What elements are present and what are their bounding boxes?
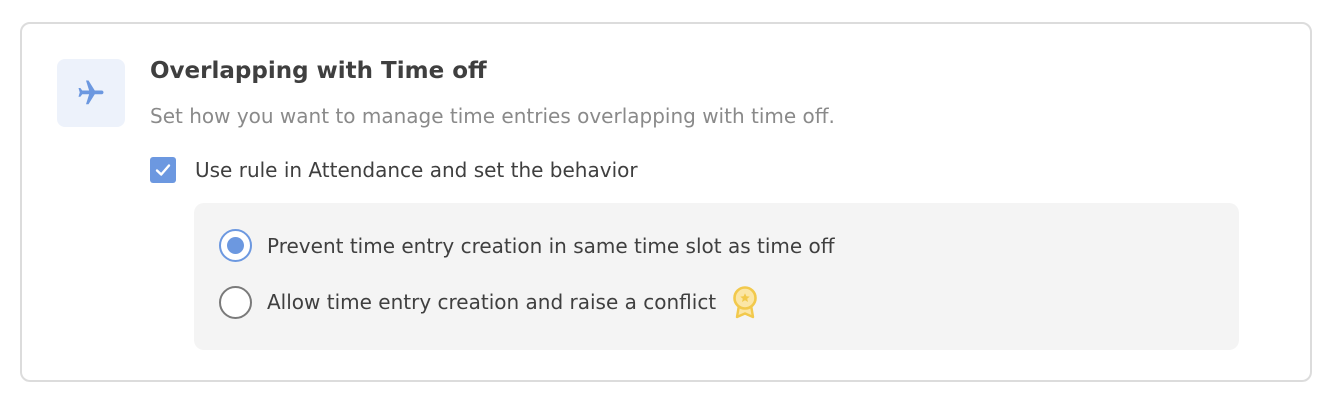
- prevent-option-label: Prevent time entry creation in same time…: [267, 233, 835, 258]
- allow-conflict-option-label: Allow time entry creation and raise a co…: [267, 290, 717, 314]
- use-rule-checkbox-row[interactable]: Use rule in Attendance and set the behav…: [150, 157, 638, 183]
- premium-badge-icon: [730, 285, 760, 319]
- behavior-option-allow-conflict[interactable]: Allow time entry creation and raise a co…: [219, 285, 760, 319]
- prevent-radio-button[interactable]: [219, 229, 252, 262]
- airplane-icon: [78, 80, 104, 105]
- allow-conflict-radio-button[interactable]: [219, 285, 252, 319]
- setting-icon-tile: [57, 59, 125, 127]
- radio-selected-dot: [227, 237, 244, 254]
- setting-description: Set how you want to manage time entries …: [150, 104, 835, 128]
- setting-title: Overlapping with Time off: [150, 58, 487, 84]
- behavior-options-panel: Prevent time entry creation in same time…: [194, 203, 1239, 350]
- use-rule-checkbox-label: Use rule in Attendance and set the behav…: [195, 158, 638, 182]
- checkmark-icon: [155, 164, 171, 176]
- time-off-overlap-setting-card: Overlapping with Time off Set how you wa…: [20, 22, 1312, 382]
- behavior-option-prevent[interactable]: Prevent time entry creation in same time…: [219, 229, 835, 262]
- use-rule-checkbox[interactable]: [150, 157, 176, 183]
